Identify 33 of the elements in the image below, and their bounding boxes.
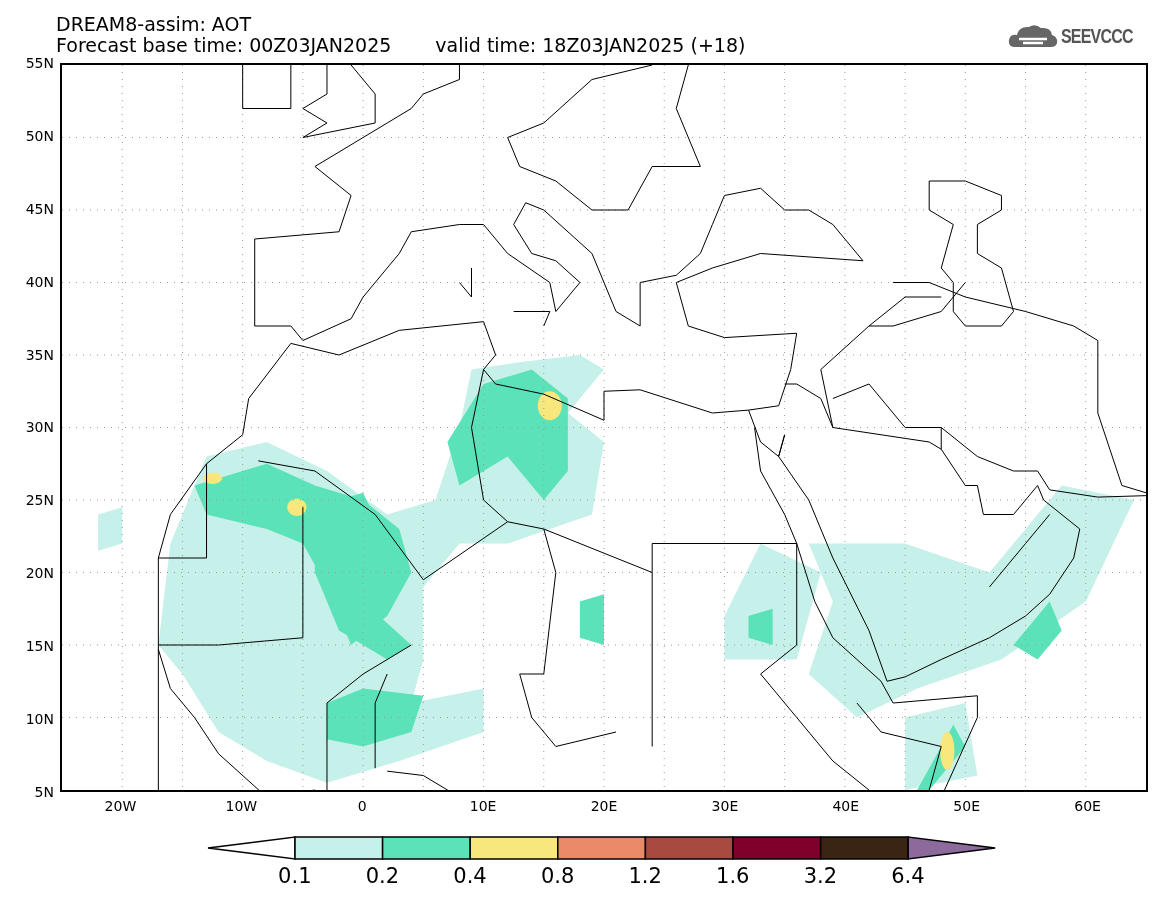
longitude-label: 30E [710,797,740,816]
valid-time-label: valid time: 18Z03JAN2025 (+18) [435,35,746,56]
colorbar-label: 0.1 [277,865,313,887]
colorbar-label: 0.4 [452,865,488,887]
colorbar-label: 0.8 [539,865,576,887]
latitude-label: 30N [25,419,54,436]
longitude-label: 10E [468,797,498,816]
longitude-label: 20W [103,797,138,816]
colorbar-label: 3.2 [802,865,839,887]
latitude-label: 35N [25,346,54,363]
latitude-label: 5N [34,783,54,800]
colorbar-label: 0.2 [364,865,401,887]
longitude-label: 0 [356,797,368,816]
latitude-label: 15N [25,638,54,655]
longitude-label: 50E [952,797,981,816]
latitude-label: 40N [25,273,54,290]
longitude-label: 60E [1073,797,1102,816]
latitude-label: 20N [25,565,54,582]
cloud-icon [1007,22,1060,50]
latitude-label: 10N [25,711,54,727]
logo-text: SEEVCCC [1061,25,1134,47]
colorbar-label: 1.6 [715,865,751,887]
base-time-label: Forecast base time: 00Z03JAN2025 [56,35,392,56]
chart-title: DREAM8-assim: AOT [56,14,253,35]
longitude-label: 10W [224,797,259,816]
colorbar-label: 1.2 [627,865,663,887]
longitude-label: 20E [589,797,619,816]
latitude-label: 55N [25,55,54,71]
latitude-label: 50N [25,127,54,144]
latitude-label: 25N [25,492,54,509]
colorbar-label: 6.4 [890,865,926,887]
longitude-label: 40E [831,797,861,816]
latitude-label: 45N [25,200,54,217]
